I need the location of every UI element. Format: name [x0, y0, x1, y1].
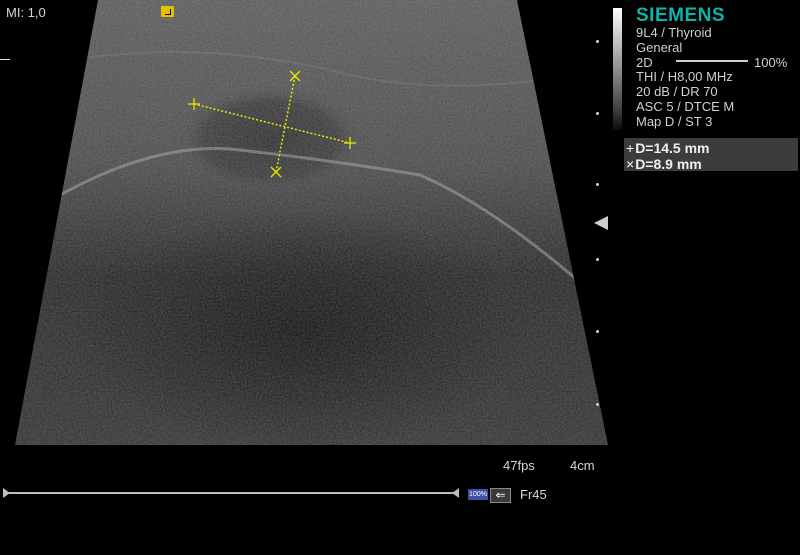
transducer-label: 9L4 / Thyroid: [636, 25, 712, 40]
depth-scale-dot: [596, 403, 599, 406]
measurement-value: D=14.5 mm: [635, 140, 710, 156]
caliper-overlay: [188, 70, 356, 178]
mode-label: 2D: [636, 55, 653, 70]
gain-percent: 100%: [754, 55, 788, 70]
frame-rate: 47fps: [503, 458, 535, 473]
depth-scale-dot: [596, 183, 599, 186]
orientation-marker-icon: [161, 6, 174, 17]
mechanical-index: MI: 1,0: [6, 5, 46, 20]
gain-dynamic-range: 20 dB / DR 70: [636, 84, 718, 99]
depth-scale-dot: [596, 40, 599, 43]
caliper-plus-icon: +: [626, 140, 635, 156]
measurement-distance-1[interactable]: +D=14.5 mm: [626, 140, 710, 156]
thi-frequency: THI / H8,00 MHz: [636, 69, 733, 84]
map-st: Map D / ST 3: [636, 114, 713, 129]
frame-number: Fr45: [520, 487, 547, 502]
depth-scale-dot: [596, 112, 599, 115]
depth-tick: [0, 59, 10, 60]
measurement-distance-2[interactable]: ×D=8.9 mm: [626, 156, 702, 172]
back-arrow-icon[interactable]: ⇐: [490, 488, 511, 503]
depth-scale-dot: [596, 258, 599, 261]
brand-logo: SIEMENS: [636, 5, 726, 26]
depth-value: 4cm: [570, 458, 595, 473]
gain-indicator: [676, 60, 748, 62]
cine-timeline[interactable]: [6, 492, 456, 494]
cine-end-marker-icon[interactable]: [452, 488, 459, 498]
asc-dtce: ASC 5 / DTCE M: [636, 99, 735, 114]
measurement-value: D=8.9 mm: [635, 156, 702, 172]
caliper-line-length: [193, 103, 351, 144]
preset-label: General: [636, 40, 683, 55]
playback-speed-badge[interactable]: 100%: [468, 489, 488, 500]
depth-scale-dot: [596, 330, 599, 333]
grayscale-bar: [613, 8, 622, 130]
caliper-line-width: [275, 75, 296, 173]
focus-marker-icon[interactable]: [594, 216, 608, 230]
caliper-x-icon: ×: [626, 156, 635, 172]
